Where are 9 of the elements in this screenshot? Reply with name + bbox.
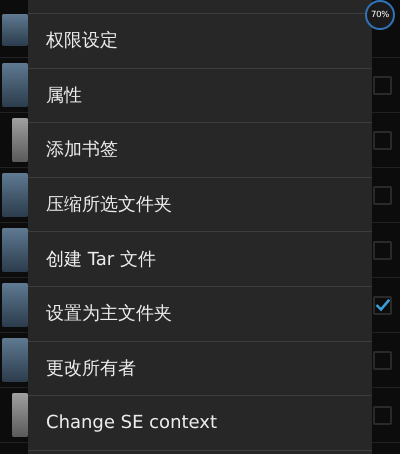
menu-item[interactable]: 属性 (46, 82, 82, 109)
menu-item[interactable]: 更改所有者 (46, 354, 136, 382)
menu-item[interactable]: 压缩所选文件夹 (46, 191, 172, 218)
menu-item[interactable]: 权限设定 (46, 27, 118, 54)
menu-item[interactable]: 添加书签 (46, 136, 118, 164)
menu-item[interactable]: 创建 Tar 文件 (46, 246, 156, 273)
usage-badge[interactable]: 70% (365, 0, 395, 30)
menu-item[interactable]: 设置为主文件夹 (46, 300, 172, 328)
menu-item[interactable]: Change SE context (46, 409, 217, 436)
